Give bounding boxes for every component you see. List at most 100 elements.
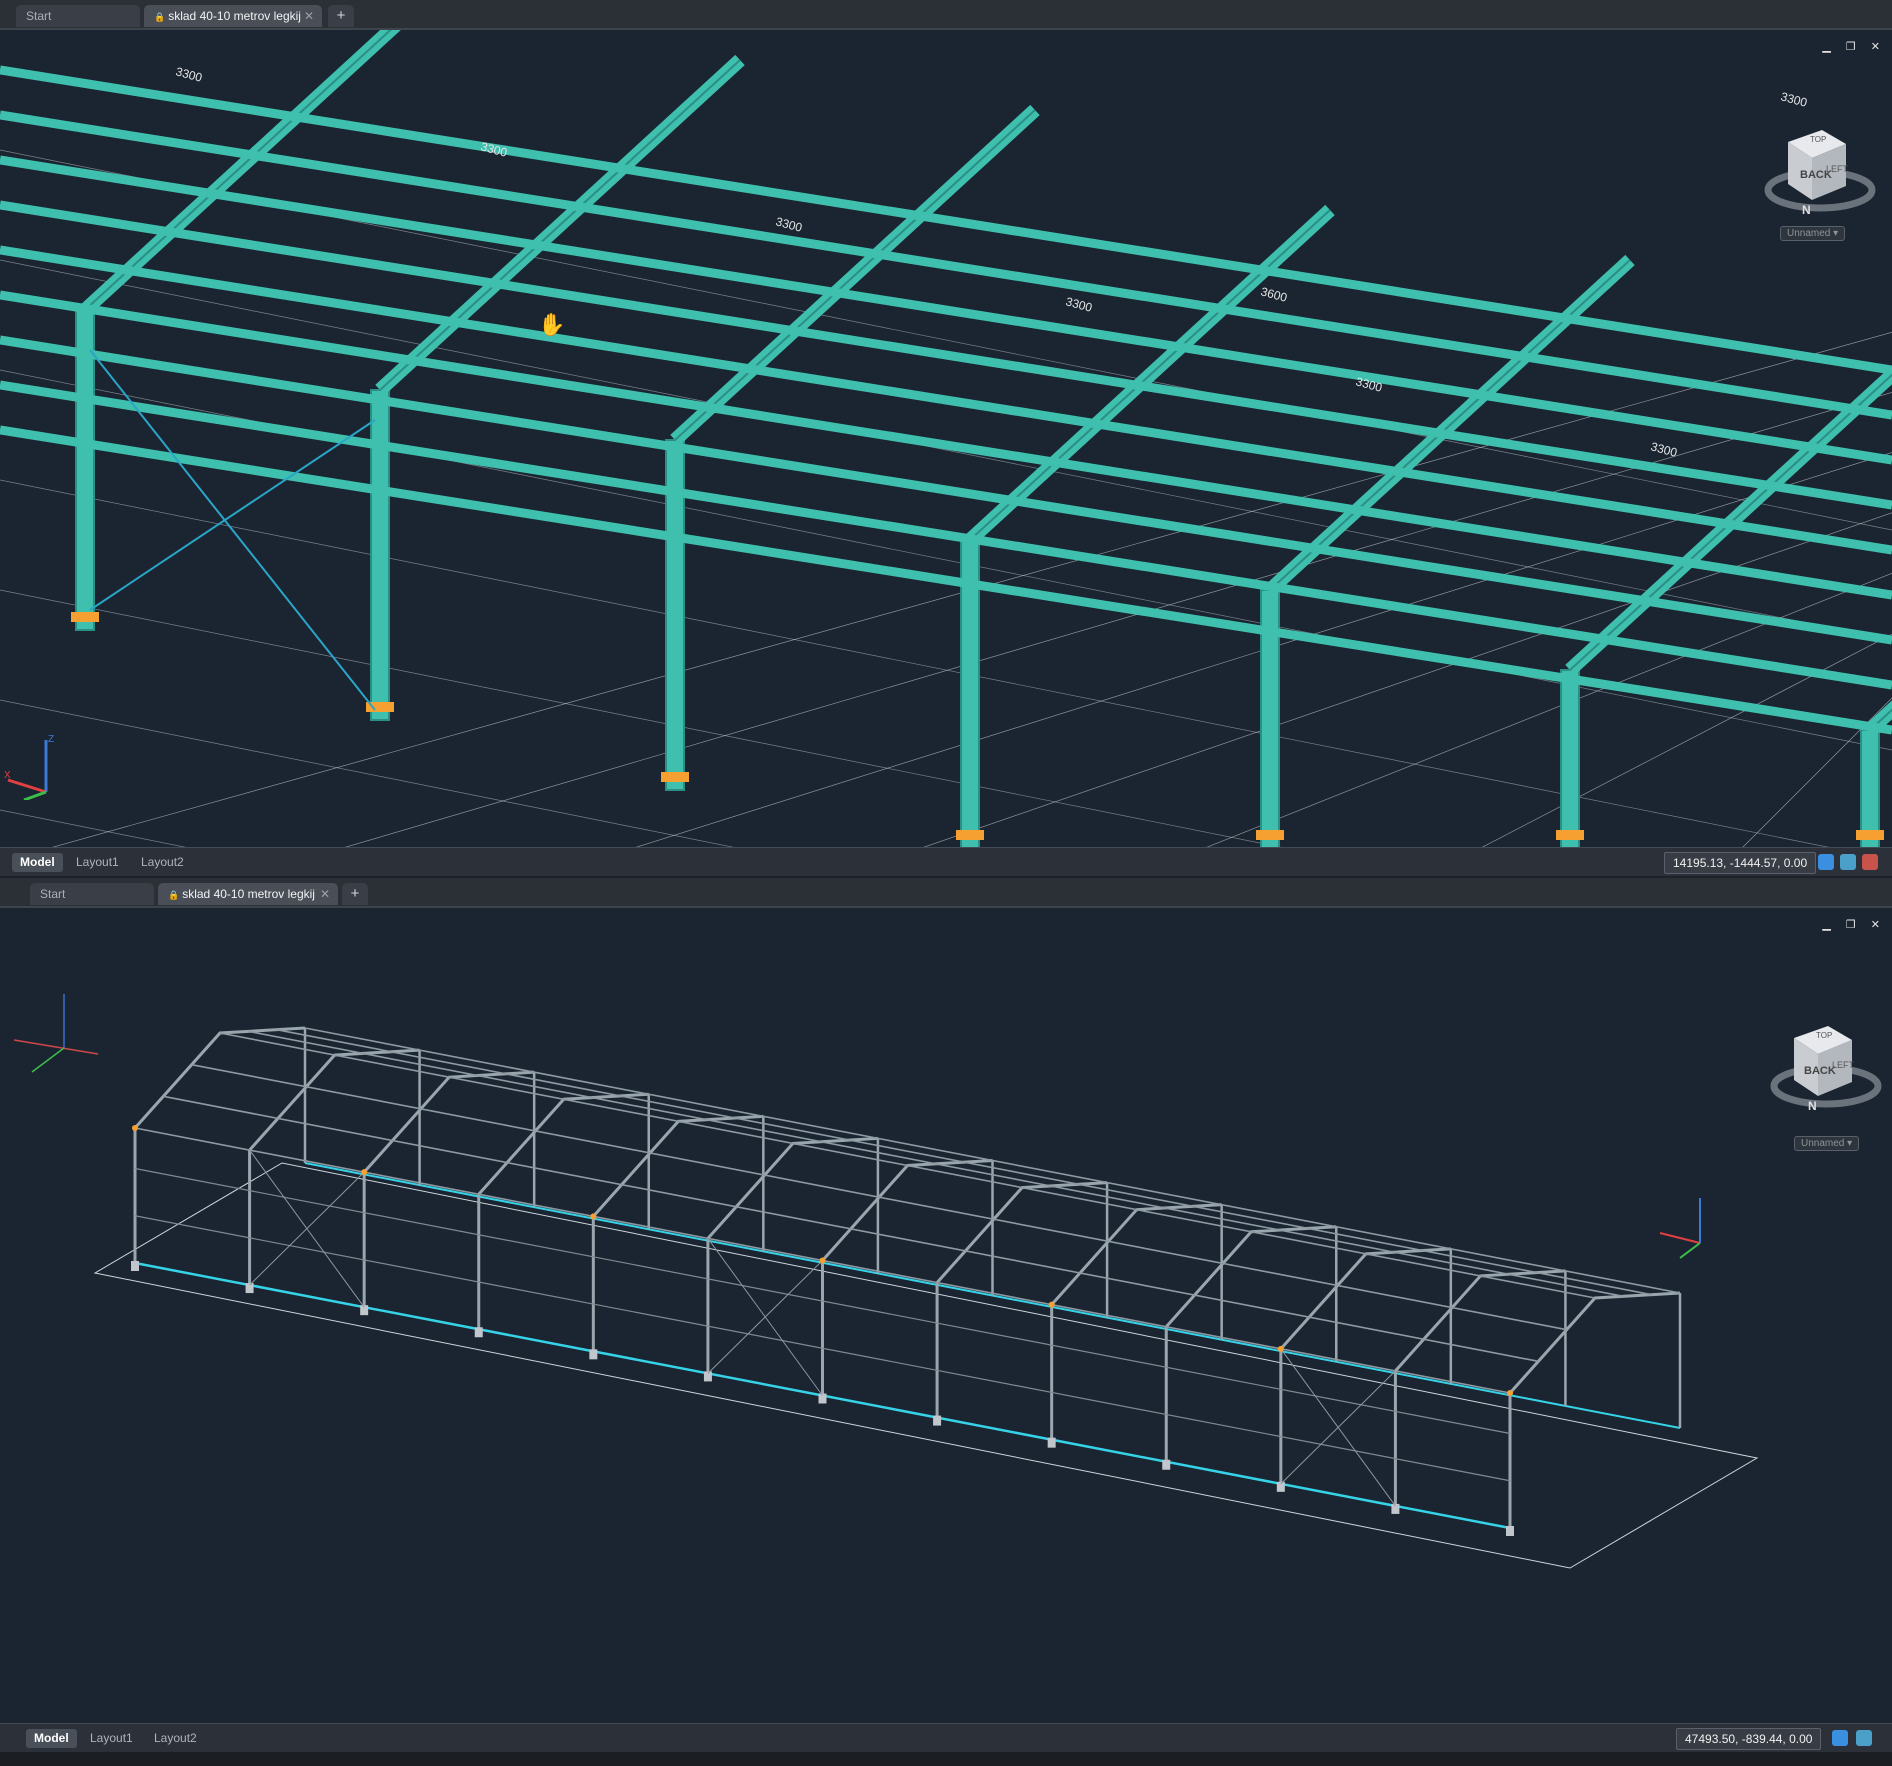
- tab-start[interactable]: Start: [30, 883, 154, 905]
- dimension-label: 3600: [1259, 284, 1289, 305]
- new-tab-label: +: [336, 7, 346, 24]
- layout-tab-layout2[interactable]: Layout2: [146, 1729, 205, 1748]
- viewcube[interactable]: BACK LEFT TOP N: [1750, 102, 1890, 232]
- knee-connection: [1277, 1345, 1284, 1352]
- compass-north-label: N: [1802, 203, 1811, 217]
- named-view-dropdown[interactable]: Unnamed ▾: [1780, 226, 1846, 241]
- model-space-icon[interactable]: [1818, 854, 1834, 870]
- tab-start[interactable]: Start: [16, 5, 140, 27]
- new-tab-button[interactable]: +: [328, 5, 354, 27]
- knee-connection: [590, 1213, 597, 1220]
- knee-connection: [361, 1169, 368, 1176]
- base-plate: [1856, 830, 1884, 840]
- pan-hand-cursor-icon: ✋: [538, 312, 566, 337]
- column-base: [1162, 1459, 1171, 1470]
- ucs-axis: [1659, 1232, 1701, 1244]
- coordinate-readout[interactable]: 47493.50, -839.44, 0.00: [1676, 1728, 1822, 1750]
- roof-purlin: [248, 1030, 1624, 1298]
- grid-toggle-icon[interactable]: [1856, 1730, 1872, 1746]
- portal-rafter: [363, 1070, 535, 1174]
- close-tab-icon[interactable]: ✕: [320, 883, 330, 905]
- grid-line: [48, 331, 1892, 848]
- layout2-label: Layout2: [154, 1731, 197, 1745]
- cross-brace: [89, 349, 376, 711]
- layout2-label: Layout2: [141, 855, 184, 869]
- portal-rafter: [1508, 1291, 1681, 1395]
- layout-tab-model[interactable]: Model: [26, 1729, 77, 1748]
- purlin: [0, 425, 1892, 735]
- portal-rafter: [821, 1159, 993, 1262]
- wall-brace: [707, 1238, 823, 1396]
- layout-model-label: Model: [20, 855, 55, 869]
- dimension-label: 3300: [1649, 439, 1679, 460]
- layout-tab-bar: Model Layout1 Layout2 47493.50, -839.44,…: [0, 1723, 1892, 1752]
- top-viewport-pane: Start 🔒 sklad 40-10 metrov legkij ✕ + ▁ ❐ …: [0, 0, 1892, 876]
- layout-tab-model[interactable]: Model: [12, 853, 63, 872]
- new-tab-label: +: [350, 885, 360, 902]
- grid-toggle-icon[interactable]: [1840, 854, 1856, 870]
- model-space-icon[interactable]: [1832, 1730, 1848, 1746]
- rafter-edge: [969, 209, 1331, 541]
- steel-warehouse-wireframe: [93, 1026, 1759, 1569]
- layout-tab-layout1[interactable]: Layout1: [68, 853, 127, 872]
- viewcube-left-label: LEFT: [1826, 164, 1849, 174]
- portal-rafter: [477, 1092, 649, 1196]
- ucs-icon: Z X: [4, 734, 54, 800]
- wall-brace: [1280, 1348, 1396, 1507]
- column-base: [474, 1327, 483, 1338]
- named-view-dropdown[interactable]: Unnamed ▾: [1794, 1136, 1860, 1151]
- portal-rafter: [133, 1026, 306, 1130]
- new-tab-button[interactable]: +: [342, 883, 368, 905]
- layout-tab-layout2[interactable]: Layout2: [133, 853, 192, 872]
- taskbar-strip: [0, 1752, 1892, 1766]
- base-plate: [1256, 830, 1284, 840]
- tab-document[interactable]: 🔒 sklad 40-10 metrov legkij ✕: [144, 5, 322, 27]
- dimension-label: 3300: [1064, 294, 1094, 315]
- compass-north-label: N: [1808, 1099, 1817, 1113]
- viewcube-top-label: TOP: [1810, 135, 1826, 144]
- roof-purlin: [191, 1063, 1567, 1331]
- viewcube-top-label: TOP: [1816, 1031, 1832, 1040]
- portal-rafter: [1050, 1203, 1222, 1306]
- coordinate-value: 14195.13, -1444.57, 0.00: [1673, 856, 1808, 870]
- base-plate: [71, 612, 99, 622]
- knee-connection: [132, 1125, 138, 1131]
- viewcube[interactable]: BACK LEFT TOP N: [1762, 1004, 1892, 1124]
- dimension-label: 3300: [774, 214, 804, 235]
- column-base: [589, 1349, 598, 1360]
- lock-icon: 🔒: [154, 12, 166, 22]
- wall-girt: [134, 1215, 1511, 1482]
- base-plate: [956, 830, 984, 840]
- snap-toggle-icon[interactable]: [1862, 854, 1878, 870]
- purlin: [0, 110, 1892, 420]
- tab-start-label: Start: [26, 9, 52, 23]
- purlin: [0, 380, 1892, 690]
- svg-text:X: X: [4, 770, 11, 781]
- layout-model-label: Model: [34, 1731, 69, 1745]
- portal-rafter: [1394, 1269, 1566, 1372]
- tab-start-label: Start: [40, 887, 66, 901]
- layout-tab-layout1[interactable]: Layout1: [82, 1729, 141, 1748]
- lock-icon: 🔒: [168, 890, 180, 900]
- column-base: [933, 1415, 942, 1426]
- portal-rafter: [592, 1114, 764, 1218]
- model-space-viewport[interactable]: ▁ ❐ ✕ 3300 3300 3300 3300 3600 3300 3300 3300 B…: [0, 30, 1892, 848]
- ucs-axis: [1679, 1242, 1701, 1259]
- steel-column: [370, 389, 390, 721]
- purlin: [0, 65, 1892, 375]
- portal-rafter: [1279, 1247, 1451, 1350]
- svg-text:Z: Z: [48, 734, 54, 745]
- coordinate-value: 47493.50, -839.44, 0.00: [1685, 1732, 1813, 1746]
- steel-frame-3d-view: 3300330033003300 3600330033003300: [0, 30, 1892, 848]
- portal-rafter: [248, 1048, 420, 1152]
- close-tab-icon[interactable]: ✕: [304, 5, 314, 27]
- dimension-label: 3300: [174, 64, 204, 85]
- layout1-label: Layout1: [90, 1731, 133, 1745]
- coordinate-readout[interactable]: 14195.13, -1444.57, 0.00: [1664, 852, 1817, 874]
- tab-document[interactable]: 🔒 sklad 40-10 metrov legkij ✕: [158, 883, 338, 905]
- base-plate: [1556, 830, 1584, 840]
- foundation-outline: [93, 1162, 1759, 1569]
- purlin: [0, 245, 1892, 555]
- layout-tab-bar: Model Layout1 Layout2 14195.13, -1444.57…: [0, 847, 1892, 876]
- model-space-viewport[interactable]: ▁ ❐ ✕ BACK LEFT TOP N Unnamed ▾: [0, 908, 1892, 1738]
